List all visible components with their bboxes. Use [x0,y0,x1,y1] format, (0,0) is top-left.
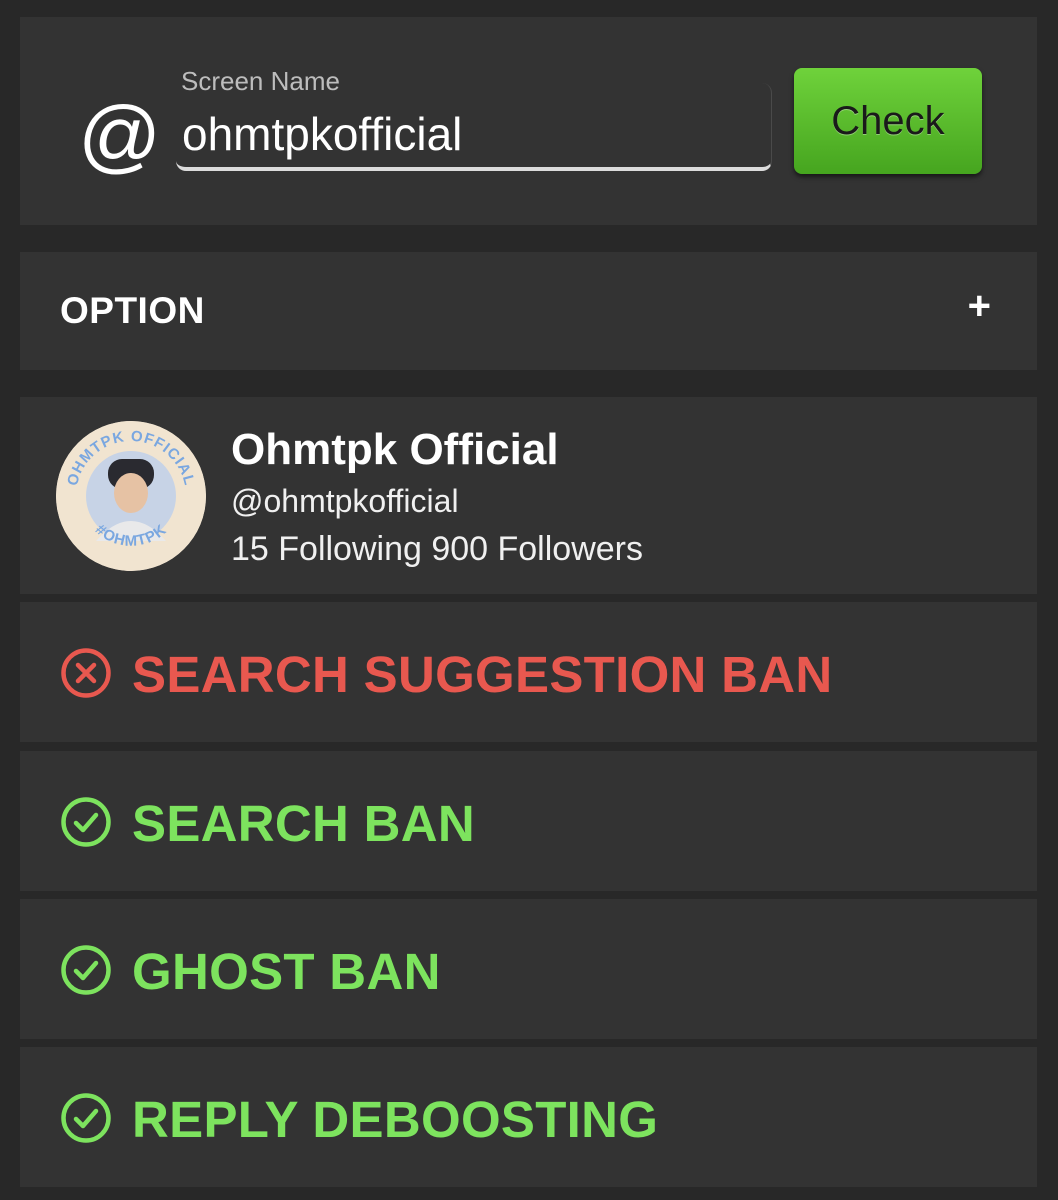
check-button[interactable]: Check [794,68,982,174]
plus-icon[interactable]: + [968,284,991,329]
result-label: SEARCH BAN [132,795,476,852]
option-toggle[interactable]: OPTION + [20,252,1037,370]
option-label: OPTION [60,290,205,331]
result-label: GHOST BAN [132,943,441,1000]
check-circle-icon [60,1092,112,1144]
result-label: SEARCH SUGGESTION BAN [132,646,833,703]
profile-name: Ohmtpk Official [231,425,559,474]
result-row-ghost-ban: GHOST BAN [20,899,1037,1039]
x-circle-icon [60,647,112,699]
result-label: REPLY DEBOOSTING [132,1091,659,1148]
avatar: OHMTPK OFFICIAL #OHMTPK [56,421,206,571]
avatar-image: OHMTPK OFFICIAL #OHMTPK [56,421,206,571]
profile-card: OHMTPK OFFICIAL #OHMTPK Ohmtpk Official … [20,397,1037,594]
screen-name-input[interactable] [176,83,772,171]
check-circle-icon [60,796,112,848]
result-row-search-ban: SEARCH BAN [20,751,1037,891]
search-card: @ Screen Name Check [20,17,1037,225]
check-circle-icon [60,944,112,996]
at-icon: @ [78,90,162,181]
result-row-reply-deboosting: REPLY DEBOOSTING [20,1047,1037,1187]
profile-stats: 15 Following 900 Followers [231,530,643,568]
profile-handle: @ohmtpkofficial [231,483,459,519]
result-row-search-suggestion-ban: SEARCH SUGGESTION BAN [20,602,1037,742]
